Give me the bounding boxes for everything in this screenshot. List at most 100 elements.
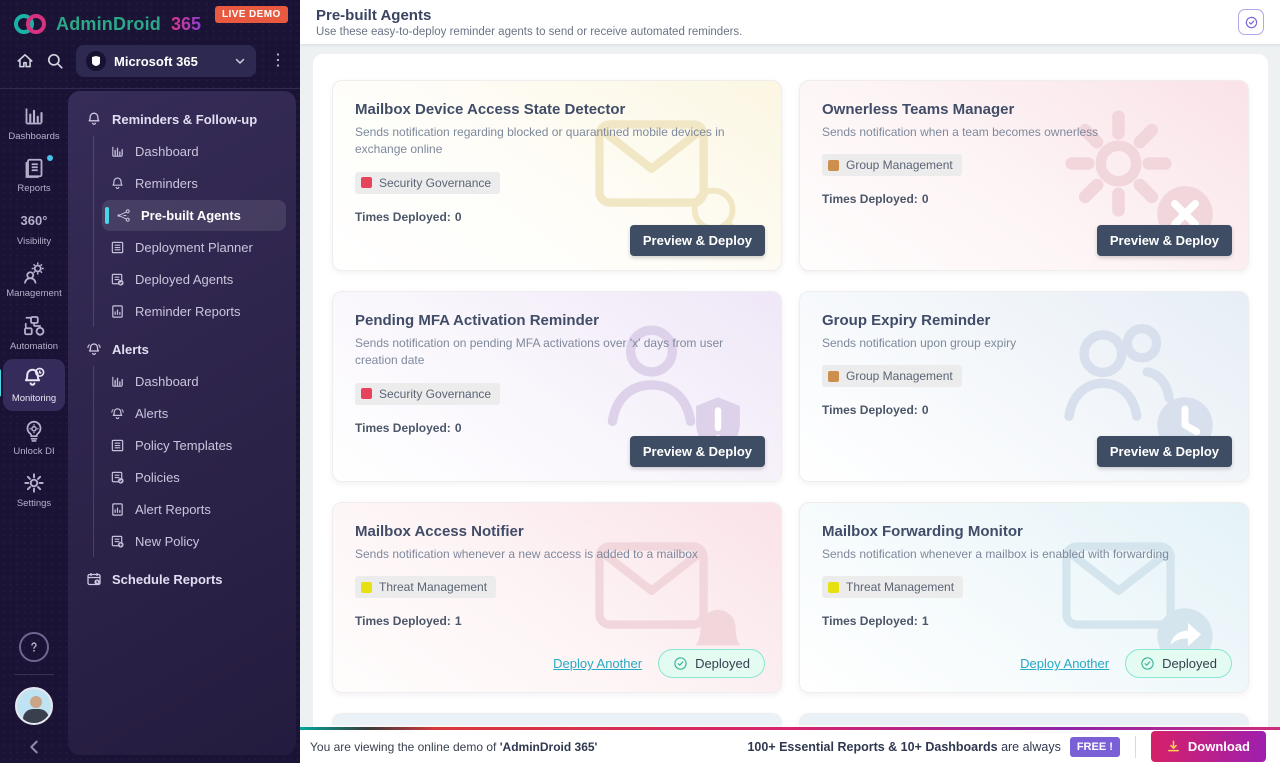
- collapse-sidebar-icon[interactable]: [26, 739, 42, 755]
- bell-ringing-icon: [110, 406, 125, 421]
- help-button[interactable]: [19, 632, 49, 662]
- download-icon: [1167, 740, 1180, 753]
- brand-name: AdminDroid: [56, 14, 161, 35]
- page-header: Pre-built Agents Use these easy-to-deplo…: [300, 0, 1280, 44]
- preview-deploy-button[interactable]: Preview & Deploy: [1097, 436, 1232, 467]
- preview-deploy-button[interactable]: Preview & Deploy: [630, 225, 765, 256]
- dashboards-icon: [22, 104, 46, 128]
- rail-item-settings[interactable]: Settings: [3, 464, 65, 515]
- live-demo-badge: LIVE DEMO: [215, 6, 288, 23]
- deploy-another-link[interactable]: Deploy Another: [1020, 656, 1109, 671]
- agent-card-partial: [332, 713, 782, 725]
- document-list-icon: [110, 240, 125, 255]
- menu-item-deployed-agents[interactable]: Deployed Agents: [102, 264, 286, 295]
- deployment-history-button[interactable]: [1238, 9, 1264, 35]
- agent-card-mailbox-access-notifier: Mailbox Access Notifier Sends notificati…: [332, 502, 782, 693]
- menu-item-reminders[interactable]: Reminders: [102, 168, 286, 199]
- service-row: Microsoft 365 ⋮: [0, 38, 300, 80]
- download-button[interactable]: Download: [1151, 731, 1266, 762]
- admindroid-logo-icon: [14, 13, 48, 35]
- more-options-icon[interactable]: ⋮: [268, 53, 288, 69]
- rail-item-visibility[interactable]: 360° Visibility: [3, 202, 65, 253]
- menu-item-reminder-reports[interactable]: Reminder Reports: [102, 296, 286, 327]
- bell-icon: [86, 111, 102, 127]
- times-deployed: Times Deployed:0: [822, 192, 1226, 206]
- deploy-another-link[interactable]: Deploy Another: [553, 656, 642, 671]
- demo-notice: You are viewing the online demo of 'Admi…: [310, 740, 597, 754]
- rail-item-dashboards[interactable]: Dashboards: [3, 97, 65, 148]
- calendar-clock-icon: [86, 571, 102, 587]
- service-selector[interactable]: Microsoft 365: [76, 45, 256, 77]
- agent-card-mailbox-forwarding: Mailbox Forwarding Monitor Sends notific…: [799, 502, 1249, 693]
- menu-item-alerts[interactable]: Alerts: [102, 398, 286, 429]
- menu-item-alert-reports[interactable]: Alert Reports: [102, 494, 286, 525]
- menu-section-reminders-followup[interactable]: Reminders & Follow-up: [80, 103, 286, 135]
- menu-section-alerts[interactable]: Alerts: [80, 333, 286, 365]
- bell-icon: [110, 176, 125, 191]
- menu-items-alerts: Dashboard Alerts Policy Templates Polici…: [93, 366, 286, 557]
- rail-item-management[interactable]: Management: [3, 254, 65, 305]
- rail-item-unlock-di[interactable]: Unlock DI: [3, 412, 65, 463]
- menu-item-policy-templates[interactable]: Policy Templates: [102, 430, 286, 461]
- menu-item-new-policy[interactable]: New Policy: [102, 526, 286, 557]
- icon-rail: Dashboards Reports 360° Visibility Manag…: [0, 89, 68, 763]
- footer-divider: [1135, 736, 1136, 758]
- agent-description: Sends notification on pending MFA activa…: [355, 335, 759, 370]
- user-avatar[interactable]: [15, 687, 53, 725]
- monitoring-icon: [22, 366, 46, 390]
- times-deployed: Times Deployed:0: [355, 210, 759, 224]
- category-badge: Security Governance: [355, 172, 500, 194]
- menu-item-deployment-planner[interactable]: Deployment Planner: [102, 232, 286, 263]
- page-subtitle: Use these easy-to-deploy reminder agents…: [316, 26, 742, 38]
- preview-deploy-button[interactable]: Preview & Deploy: [630, 436, 765, 467]
- document-chart-icon: [110, 502, 125, 517]
- microsoft-365-icon: [86, 51, 106, 71]
- category-color-square: [828, 160, 839, 171]
- category-color-square: [361, 177, 372, 188]
- hub-icon: [116, 208, 131, 223]
- agents-panel: Mailbox Device Access State Detector Sen…: [313, 54, 1268, 727]
- agent-card-pending-mfa: Pending MFA Activation Reminder Sends no…: [332, 291, 782, 482]
- dashboard-icon: [110, 144, 125, 159]
- reports-icon: [22, 156, 46, 180]
- automation-icon: [22, 314, 46, 338]
- menu-item-pre-built-agents[interactable]: Pre-built Agents: [102, 200, 286, 231]
- category-color-square: [361, 388, 372, 399]
- menu-item-policies[interactable]: Policies: [102, 462, 286, 493]
- rail-item-reports[interactable]: Reports: [3, 149, 65, 200]
- category-badge: Security Governance: [355, 383, 500, 405]
- rail-item-automation[interactable]: Automation: [3, 307, 65, 358]
- search-icon[interactable]: [46, 52, 64, 70]
- agent-description: Sends notification whenever a new access…: [355, 546, 759, 563]
- agent-description: Sends notification whenever a mailbox is…: [822, 546, 1226, 563]
- menu-panel: Reminders & Follow-up Dashboard Reminder…: [68, 91, 296, 755]
- promo-text: 100+ Essential Reports & 10+ Dashboards …: [747, 740, 1060, 754]
- category-badge: Threat Management: [822, 576, 963, 598]
- home-icon[interactable]: [16, 52, 34, 70]
- agent-description: Sends notification upon group expiry: [822, 335, 1226, 352]
- agent-description: Sends notification regarding blocked or …: [355, 124, 759, 159]
- category-color-square: [828, 582, 839, 593]
- times-deployed: Times Deployed:1: [822, 614, 1226, 628]
- menu-item-dashboard[interactable]: Dashboard: [102, 136, 286, 167]
- service-selector-label: Microsoft 365: [114, 54, 226, 69]
- agent-title: Mailbox Forwarding Monitor: [822, 523, 1226, 540]
- document-list-icon: [110, 438, 125, 453]
- times-deployed: Times Deployed:0: [355, 421, 759, 435]
- document-check-icon: [110, 272, 125, 287]
- preview-deploy-button[interactable]: Preview & Deploy: [1097, 225, 1232, 256]
- rail-item-monitoring[interactable]: Monitoring: [3, 359, 65, 410]
- category-badge: Threat Management: [355, 576, 496, 598]
- footer-bar: You are viewing the online demo of 'Admi…: [300, 727, 1280, 763]
- bell-ringing-icon: [86, 341, 102, 357]
- settings-icon: [22, 471, 46, 495]
- brand-row: AdminDroid 365 LIVE DEMO: [0, 0, 300, 38]
- menu-item-alerts-dashboard[interactable]: Dashboard: [102, 366, 286, 397]
- clock-check-icon: [1244, 15, 1259, 30]
- times-deployed: Times Deployed:0: [822, 403, 1226, 417]
- menu-item-schedule-reports[interactable]: Schedule Reports: [80, 563, 286, 595]
- agents-grid: Mailbox Device Access State Detector Sen…: [332, 80, 1249, 725]
- agent-card-group-expiry: Group Expiry Reminder Sends notification…: [799, 291, 1249, 482]
- 360-visibility-icon: 360°: [21, 209, 48, 233]
- deployed-status-badge: Deployed: [1125, 649, 1232, 678]
